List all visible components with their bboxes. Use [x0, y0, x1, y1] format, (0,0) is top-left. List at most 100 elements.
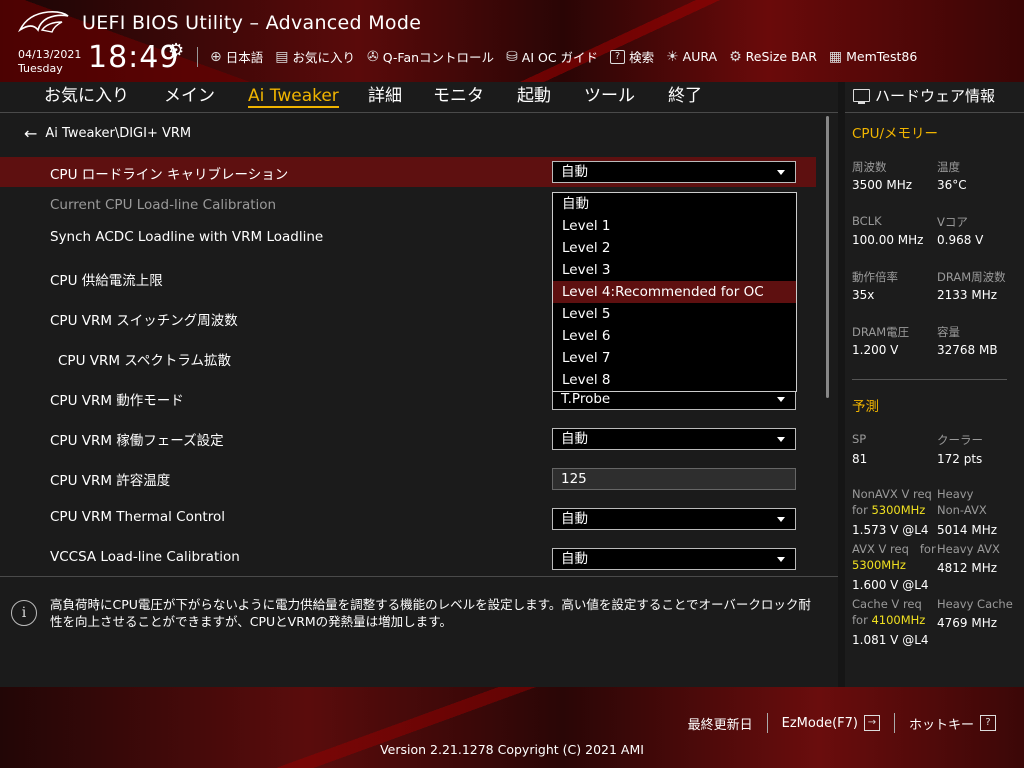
fan-icon: ✇ — [367, 48, 379, 65]
info-icon: i — [11, 600, 37, 626]
version-text: Version 2.21.1278 Copyright (C) 2021 AMI — [380, 742, 644, 757]
last-modified-label: 最終更新日 — [687, 717, 753, 733]
clock-time: 18:49 — [88, 40, 180, 75]
cpu-llc-select[interactable]: 自動 — [552, 161, 796, 183]
dropdown-option-level-7[interactable]: Level 7 — [553, 347, 796, 369]
setting-row-thermal-control[interactable]: CPU VRM Thermal Control 自動 — [0, 503, 816, 533]
qfan-button[interactable]: ✇ Q-Fanコントロール — [367, 47, 494, 66]
for-text: for — [919, 542, 936, 556]
chevron-down-icon — [777, 517, 785, 522]
ezmode-label: EzMode(F7) — [781, 715, 858, 731]
hw-value-cache-voltage: 1.081 V @L4 — [852, 633, 929, 647]
hw-label-sp: SP — [852, 432, 867, 446]
hw-value-vcore: 0.968 V — [937, 233, 984, 247]
hw-label-ratio: 動作倍率 — [852, 270, 898, 284]
select-value: 自動 — [561, 431, 588, 447]
prediction-section-title: 予測 — [852, 399, 879, 415]
settings-scrollbar[interactable] — [826, 116, 829, 398]
chevron-down-icon — [777, 557, 785, 562]
hw-label-heavy-avx: Heavy AVX — [937, 542, 1000, 556]
resize-bar-label: ReSize BAR — [745, 49, 817, 64]
back-arrow-icon[interactable]: ← — [24, 124, 37, 143]
memtest-button[interactable]: ▦ MemTest86 — [829, 49, 917, 65]
dropdown-option-level-1[interactable]: Level 1 — [553, 215, 796, 237]
hotkeys-label: ホットキー — [908, 717, 974, 733]
ezmode-button[interactable]: EzMode(F7) → — [768, 715, 894, 731]
setting-row-temp-limit[interactable]: CPU VRM 許容温度 125 — [0, 463, 816, 493]
hw-label-nonavx-req: NonAVX V req — [852, 487, 932, 501]
tab-ai-tweaker[interactable]: Ai Tweaker — [248, 82, 339, 108]
hardware-monitor-panel: ハードウェア情報 CPU/メモリー 周波数 温度 3500 MHz 36°C B… — [845, 82, 1024, 687]
dropdown-option-level-4[interactable]: Level 4:Recommended for OC — [553, 281, 796, 303]
search-label: 検索 — [629, 50, 655, 65]
favorites-button[interactable]: ▤ お気に入り — [275, 47, 355, 66]
setting-row-cpu-llc[interactable]: CPU ロードライン キャリブレーション 自動 — [0, 157, 816, 187]
date-label: 04/13/2021 — [18, 48, 82, 61]
tab-exit[interactable]: 終了 — [668, 82, 702, 110]
aura-icon: ☀ — [666, 48, 679, 65]
tab-advanced[interactable]: 詳細 — [368, 82, 402, 110]
phase-control-select[interactable]: 自動 — [552, 428, 796, 450]
memtest-label: MemTest86 — [846, 49, 918, 64]
setting-row-phase-control[interactable]: CPU VRM 稼働フェーズ設定 自動 — [0, 423, 816, 453]
footer-links: 最終更新日 EzMode(F7) → ホットキー ? — [674, 713, 1010, 733]
dropdown-option-level-2[interactable]: Level 2 — [553, 237, 796, 259]
main-panel: お気に入り メイン Ai Tweaker 詳細 モニタ 起動 ツール 終了 ← … — [0, 82, 838, 687]
nav-divider — [0, 112, 838, 113]
hardware-title-text: ハードウェア情報 — [875, 87, 996, 105]
for-text: for — [852, 503, 868, 517]
thermal-control-select[interactable]: 自動 — [552, 508, 796, 530]
ai-oc-guide-button[interactable]: ⛁ AI OC ガイド — [506, 47, 598, 66]
hw-label-heavy-cache: Heavy Cache — [937, 597, 1013, 611]
setting-label: Current CPU Load-line Calibration — [50, 197, 277, 213]
tab-boot[interactable]: 起動 — [517, 82, 551, 110]
tab-main[interactable]: メイン — [164, 82, 215, 110]
hw-value-heavy-avx: 4812 MHz — [937, 561, 998, 575]
dropdown-option-level-6[interactable]: Level 6 — [553, 325, 796, 347]
setting-label: CPU VRM 動作モード — [50, 393, 184, 409]
clock-settings-gear-icon[interactable]: ⚙ — [168, 40, 184, 61]
search-button[interactable]: ? 検索 — [610, 47, 654, 66]
for-text: for — [852, 613, 868, 627]
globe-icon: ⊕ — [210, 48, 222, 65]
tab-tool[interactable]: ツール — [584, 82, 635, 110]
select-value: 自動 — [561, 164, 588, 180]
help-search-icon: ? — [610, 49, 626, 64]
hotkeys-button[interactable]: ホットキー ? — [895, 714, 1010, 733]
dropdown-option-auto[interactable]: 自動 — [553, 193, 796, 215]
hw-value-heavy-cache: 4769 MHz — [937, 616, 998, 630]
breadcrumb: ← Ai Tweaker\DIGI+ VRM — [24, 124, 191, 143]
help-question-icon: ? — [980, 715, 996, 731]
aura-button[interactable]: ☀ AURA — [666, 49, 717, 65]
day-label: Tuesday — [18, 62, 63, 75]
setting-label: CPU VRM スイッチング周波数 — [50, 313, 238, 329]
resize-bar-button[interactable]: ⚙ ReSize BAR — [729, 49, 817, 65]
setting-label: CPU 供給電流上限 — [50, 273, 163, 289]
tab-monitor[interactable]: モニタ — [433, 82, 484, 110]
exit-arrow-icon: → — [863, 715, 880, 731]
hw-value-heavy-nonavx: 5014 MHz — [937, 523, 998, 537]
setting-label: Synch ACDC Loadline with VRM Loadline — [50, 229, 324, 245]
help-text: 高負荷時にCPU電圧が下がらないように電力供給量を調整する機能のレベルを設定しま… — [50, 597, 811, 629]
select-value: 自動 — [561, 551, 588, 567]
vccsa-llc-select[interactable]: 自動 — [552, 548, 796, 570]
hw-value-avx-voltage: 1.600 V @L4 — [852, 578, 929, 592]
hw-section-rule — [852, 379, 1007, 380]
header-bar: UEFI BIOS Utility – Advanced Mode 04/13/… — [0, 0, 1024, 82]
dropdown-option-level-5[interactable]: Level 5 — [553, 303, 796, 325]
dropdown-option-level-3[interactable]: Level 3 — [553, 259, 796, 281]
hw-value-capacity: 32768 MB — [937, 343, 998, 357]
tab-favorites[interactable]: お気に入り — [44, 82, 129, 110]
temp-limit-input[interactable]: 125 — [552, 468, 796, 490]
setting-row-vccsa-llc[interactable]: VCCSA Load-line Calibration 自動 — [0, 543, 816, 573]
dropdown-option-level-8[interactable]: Level 8 — [553, 369, 796, 391]
hw-label-capacity: 容量 — [937, 325, 960, 339]
hw-label-dram-voltage: DRAM電圧 — [852, 325, 910, 339]
hw-label-non-avx: Non-AVX — [937, 503, 987, 517]
qfan-label: Q-Fanコントロール — [382, 50, 495, 65]
last-modified-button[interactable]: 最終更新日 — [674, 714, 767, 733]
setting-label: CPU ロードライン キャリブレーション — [50, 167, 289, 183]
language-button[interactable]: ⊕ 日本語 — [210, 47, 263, 66]
header-separator — [197, 47, 198, 67]
hw-label-cooler: クーラー — [937, 433, 983, 447]
